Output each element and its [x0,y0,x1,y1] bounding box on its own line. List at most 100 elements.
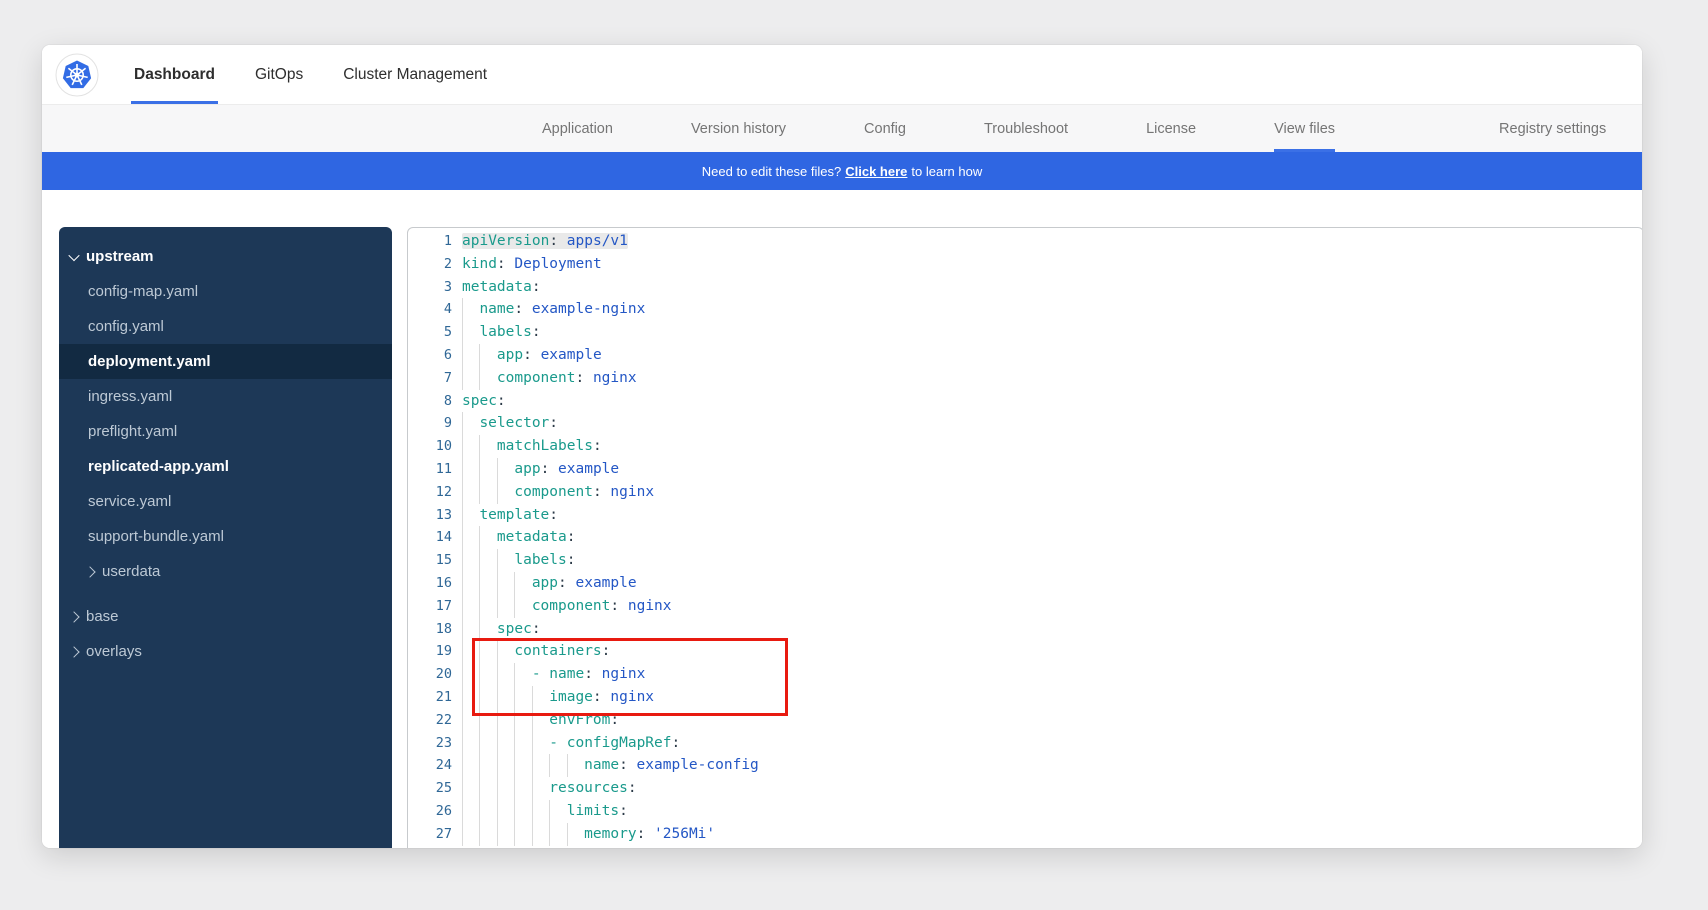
tab-view-files[interactable]: View files [1274,105,1335,152]
line-number: 10 [408,435,452,458]
tree-item-deployment-yaml[interactable]: deployment.yaml [59,344,392,379]
line-number: 14 [408,526,452,549]
line-number: 19 [408,640,452,663]
tree-item-label: config-map.yaml [88,283,198,300]
desktop-background: Dashboard GitOps Cluster Management Applic… [0,0,1708,910]
code-line[interactable]: 14 metadata: [408,526,1642,549]
line-number: 25 [408,777,452,800]
tree-item-upstream[interactable]: upstream [59,239,392,274]
tab-troubleshoot[interactable]: Troubleshoot [984,105,1068,152]
edit-files-banner: Need to edit these files? Click here to … [42,152,1642,190]
tree-item-label: config.yaml [88,318,164,335]
code-line[interactable]: 8spec: [408,390,1642,413]
tree-item-service-yaml[interactable]: service.yaml [59,484,392,519]
code-line[interactable]: 16 app: example [408,572,1642,595]
code-line-text: app: example [462,458,619,481]
code-line-text: limits: [462,800,628,823]
tab-dashboard[interactable]: Dashboard [131,45,218,104]
tree-item-userdata[interactable]: userdata [59,554,392,589]
line-number: 11 [408,458,452,481]
line-number: 16 [408,572,452,595]
tab-cluster-management[interactable]: Cluster Management [340,45,490,104]
tab-gitops[interactable]: GitOps [252,45,306,104]
primary-nav: Dashboard GitOps Cluster Management [42,45,1642,105]
line-number: 23 [408,732,452,755]
code-line-text: component: nginx [462,367,637,390]
code-line[interactable]: 10matchLabels: [408,435,1642,458]
code-line[interactable]: 4name: example-nginx [408,298,1642,321]
line-number: 27 [408,823,452,846]
code-line[interactable]: 24 name: example-config [408,754,1642,777]
code-line[interactable]: 13template: [408,504,1642,527]
line-number: 18 [408,618,452,641]
tab-version-history[interactable]: Version history [691,105,786,152]
code-lines: 1apiVersion: apps/v12kind: Deployment3me… [408,230,1642,846]
tree-item-label: upstream [86,248,154,265]
file-tree-sidebar[interactable]: upstream config-map.yaml config.yaml deploy… [59,227,392,848]
line-number: 6 [408,344,452,367]
line-number: 17 [408,595,452,618]
code-line-text: metadata: [462,526,575,549]
code-line[interactable]: 12component: nginx [408,481,1642,504]
code-line[interactable]: 23 - configMapRef: [408,732,1642,755]
tree-item-replicated-app-yaml[interactable]: replicated-app.yaml [59,449,392,484]
tree-item-label: service.yaml [88,493,171,510]
primary-tab-bar: Dashboard GitOps Cluster Management [131,45,490,104]
code-line-text: name: example-config [462,754,759,777]
tab-application[interactable]: Application [542,105,613,152]
code-line[interactable]: 3metadata: [408,276,1642,299]
code-line[interactable]: 2kind: Deployment [408,253,1642,276]
yaml-editor[interactable]: 1apiVersion: apps/v12kind: Deployment3me… [407,227,1642,848]
line-number: 13 [408,504,452,527]
tree-item-base[interactable]: base [59,599,392,634]
line-number: 9 [408,412,452,435]
chevron-right-icon [68,611,79,622]
tab-config[interactable]: Config [864,105,906,152]
line-number: 24 [408,754,452,777]
code-line-text: labels: [462,549,575,572]
click-here-link[interactable]: Click here [845,164,907,179]
tree-item-overlays[interactable]: overlays [59,634,392,669]
line-number: 20 [408,663,452,686]
code-line-text: app: example [462,572,637,595]
tree-item-ingress-yaml[interactable]: ingress.yaml [59,379,392,414]
code-line[interactable]: 6app: example [408,344,1642,367]
chevron-right-icon [84,566,95,577]
code-line[interactable]: 25 resources: [408,777,1642,800]
code-line[interactable]: 7component: nginx [408,367,1642,390]
code-line[interactable]: 11 app: example [408,458,1642,481]
admin-console-window: Dashboard GitOps Cluster Management Applic… [42,45,1642,848]
view-files-content: upstream config-map.yaml config.yaml deploy… [42,190,1642,848]
code-line-text: selector: [462,412,558,435]
tree-item-label: replicated-app.yaml [88,458,229,475]
code-line-text: spec: [462,390,506,413]
tree-item-config-map-yaml[interactable]: config-map.yaml [59,274,392,309]
code-line[interactable]: 27 memory: '256Mi' [408,823,1642,846]
tree-item-preflight-yaml[interactable]: preflight.yaml [59,414,392,449]
tree-item-label: userdata [102,563,160,580]
tree-item-label: support-bundle.yaml [88,528,224,545]
code-line-text: memory: '256Mi' [462,823,715,846]
line-number: 15 [408,549,452,572]
code-line[interactable]: 1apiVersion: apps/v1 [408,230,1642,253]
line-number: 3 [408,276,452,299]
code-line-text: component: nginx [462,595,672,618]
banner-text-before: Need to edit these files? [702,164,841,179]
code-line-text: resources: [462,777,637,800]
tree-item-label: ingress.yaml [88,388,172,405]
tree-item-support-bundle-yaml[interactable]: support-bundle.yaml [59,519,392,554]
tab-license[interactable]: License [1146,105,1196,152]
annotation-red-box [472,638,788,716]
tab-registry-settings[interactable]: Registry settings [1499,105,1606,152]
code-line[interactable]: 5labels: [408,321,1642,344]
tree-item-config-yaml[interactable]: config.yaml [59,309,392,344]
banner-text-after: to learn how [911,164,982,179]
tree-item-label: preflight.yaml [88,423,177,440]
chevron-down-icon [68,249,79,260]
code-line[interactable]: 9 selector: [408,412,1642,435]
code-line[interactable]: 15 labels: [408,549,1642,572]
code-line-text: - configMapRef: [462,732,680,755]
code-line-text: apiVersion: apps/v1 [462,230,628,253]
code-line[interactable]: 26limits: [408,800,1642,823]
code-line[interactable]: 17 component: nginx [408,595,1642,618]
